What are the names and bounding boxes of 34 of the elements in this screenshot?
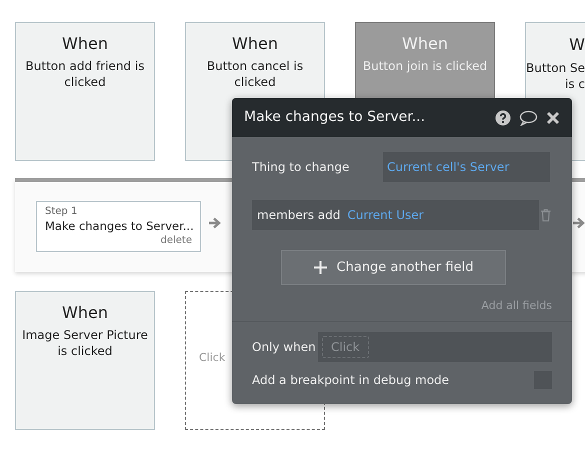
event-description: Button cancel is clicked	[206, 58, 304, 90]
thing-field[interactable]: Current cell's Server	[383, 152, 550, 182]
plus-icon	[314, 261, 327, 274]
slot-hint: Click	[199, 351, 226, 364]
arrow-icon	[208, 217, 221, 229]
field-label: Add a breakpoint in debug mode	[252, 372, 450, 388]
condition-field[interactable]: Click	[318, 332, 552, 362]
arrow-icon	[572, 217, 585, 229]
event-title: When	[61, 302, 109, 324]
event-title: W	[569, 34, 585, 56]
event-description: Button Se is c	[526, 60, 585, 92]
add-all-fields-link[interactable]: Add all fields	[481, 298, 552, 314]
change-another-field-button[interactable]: Change another field	[281, 250, 506, 285]
event-description: Button join is clicked	[362, 58, 488, 74]
event-card[interactable]: When Image Server Picture is clicked	[15, 291, 155, 430]
condition-placeholder: Click	[322, 336, 369, 358]
step-card[interactable]: Step 1 Make changes to Server... delete	[36, 201, 201, 252]
delete-link[interactable]: delete	[160, 234, 192, 247]
event-title: When	[61, 33, 109, 55]
step-label: Step 1	[45, 205, 78, 218]
change-field: members add	[257, 206, 340, 224]
field-label: Thing to change	[252, 159, 350, 176]
event-description: Image Server Picture is clicked	[21, 327, 149, 359]
help-icon[interactable]	[495, 110, 511, 126]
change-value[interactable]: Current User	[347, 206, 424, 224]
event-title: When	[401, 33, 449, 55]
field-label: Only when	[252, 338, 317, 356]
change-row[interactable]: members add Current User	[252, 200, 540, 230]
event-card[interactable]: When Button add friend is clicked	[15, 22, 155, 161]
step-title: Make changes to Server...	[45, 218, 192, 234]
event-description: Button add friend is clicked	[24, 58, 146, 90]
close-icon[interactable]	[546, 110, 560, 124]
chat-bubble-icon[interactable]	[519, 110, 538, 126]
event-title: When	[231, 33, 279, 55]
